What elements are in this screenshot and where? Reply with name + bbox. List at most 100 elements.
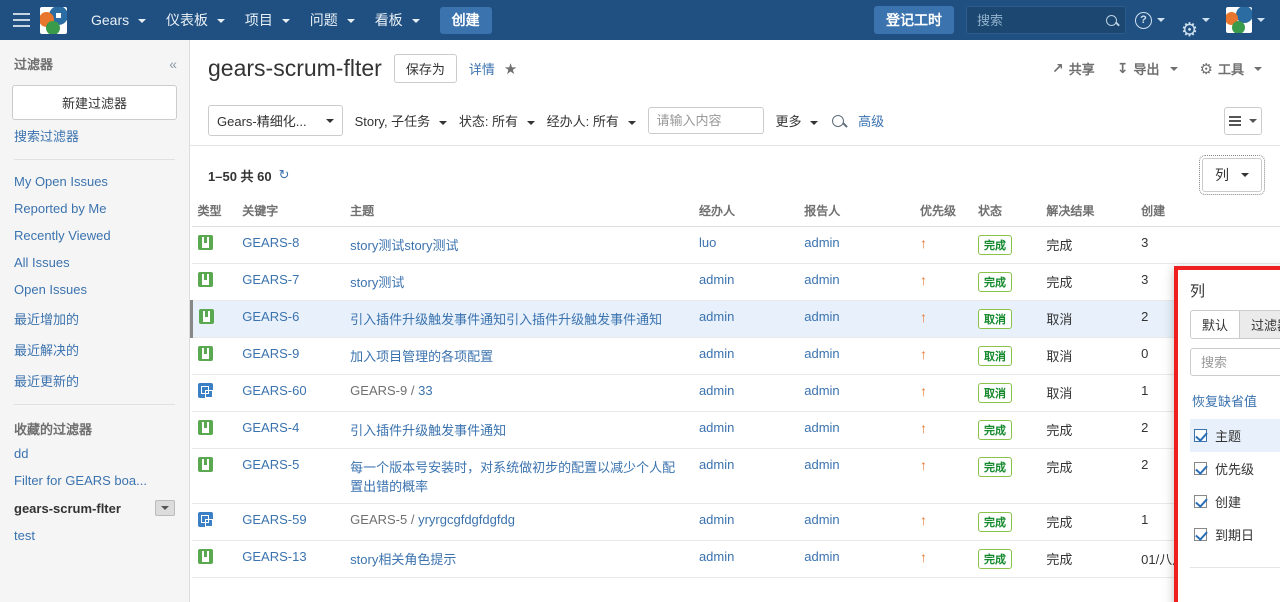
reporter-link[interactable]: admin — [804, 457, 839, 472]
assignee-link[interactable]: admin — [699, 457, 734, 472]
table-row[interactable]: GEARS-6 引入插件升级触发事件通知引入插件升级触发事件通知 admin a… — [190, 300, 1280, 338]
issue-summary-link[interactable]: 引入插件升级触发事件通知引入插件升级触发事件通知 — [350, 312, 662, 327]
columns-search-box[interactable] — [1190, 348, 1280, 376]
create-button[interactable]: 创建 — [439, 6, 492, 34]
reporter-link[interactable]: admin — [804, 272, 839, 287]
issue-key-link[interactable]: GEARS-5 — [242, 457, 299, 472]
sidebar-item-all-issues[interactable]: All Issues — [0, 249, 189, 276]
parent-issue-label[interactable]: GEARS-5 / — [350, 512, 414, 527]
issue-summary-link[interactable]: 33 — [418, 383, 432, 398]
issue-summary-link[interactable]: 引入插件升级触发事件通知 — [350, 423, 506, 438]
issue-summary-link[interactable]: story相关角色提示 — [350, 552, 456, 567]
nav-item-issues[interactable]: 问题 — [300, 0, 365, 40]
column-header-type[interactable]: 类型 — [191, 200, 237, 227]
column-option-priority[interactable]: 优先级 — [1190, 452, 1280, 485]
table-row[interactable]: GEARS-8 story测试story测试 luo admin ↑ 完成 完成… — [191, 226, 1280, 264]
collapse-sidebar-icon[interactable]: « — [169, 56, 177, 72]
nav-item-projects[interactable]: 项目 — [235, 0, 300, 40]
column-option-due-date[interactable]: 到期日 — [1190, 518, 1280, 551]
nav-item-gears[interactable]: Gears — [81, 0, 156, 40]
advanced-search-link[interactable]: 高级 — [858, 111, 884, 130]
assignee-filter-dropdown[interactable]: 经办人: 所有 — [547, 111, 636, 130]
columns-search-input[interactable] — [1199, 353, 1280, 371]
issue-key-link[interactable]: GEARS-9 — [242, 346, 299, 361]
star-icon[interactable]: ★ — [504, 60, 517, 78]
reporter-link[interactable]: admin — [804, 309, 839, 324]
sidebar-favorite-dd[interactable]: dd — [0, 440, 189, 467]
issue-summary-link[interactable]: 每一个版本号安装时，对系统做初步的配置以减少个人配置出错的概率 — [350, 460, 675, 494]
issue-key-link[interactable]: GEARS-59 — [242, 512, 306, 527]
share-button[interactable]: ↗︎ 共享 — [1052, 59, 1095, 78]
checkbox-checked-icon[interactable] — [1194, 462, 1207, 475]
sidebar-favorite-test[interactable]: test — [0, 522, 189, 549]
sidebar-item-recently-viewed[interactable]: Recently Viewed — [0, 222, 189, 249]
issue-key-link[interactable]: GEARS-4 — [242, 420, 299, 435]
save-as-button[interactable]: 保存为 — [393, 54, 457, 83]
hamburger-menu-icon[interactable] — [8, 0, 34, 40]
reporter-link[interactable]: admin — [804, 512, 839, 527]
issue-summary-link[interactable]: story测试 — [350, 275, 404, 290]
export-button[interactable]: ↧ 导出 — [1117, 59, 1178, 78]
column-header-created[interactable]: 创建 — [1135, 200, 1280, 227]
new-filter-button[interactable]: 新建过滤器 — [12, 85, 177, 120]
column-option-created[interactable]: 创建 — [1190, 485, 1280, 518]
tab-filter[interactable]: 过滤器 — [1239, 310, 1280, 339]
assignee-link[interactable]: admin — [699, 383, 734, 398]
sidebar-favorite-gears-scrum-flter[interactable]: gears-scrum-flter — [0, 494, 189, 522]
table-row[interactable]: GEARS-13 story相关角色提示 admin admin ↑ 完成 完成… — [191, 540, 1280, 578]
details-link[interactable]: 详情 — [469, 59, 495, 78]
reporter-link[interactable]: admin — [804, 420, 839, 435]
tools-button[interactable]: ⚙ 工具 — [1200, 59, 1262, 78]
favorite-options-dropdown-icon[interactable] — [155, 500, 175, 516]
more-filters-dropdown[interactable]: 更多 — [776, 111, 819, 130]
reporter-link[interactable]: admin — [804, 383, 839, 398]
table-row[interactable]: GEARS-60 GEARS-9 / 33 admin admin ↑ 取消 取… — [191, 374, 1280, 412]
table-row[interactable]: GEARS-4 引入插件升级触发事件通知 admin admin ↑ 完成 完成… — [191, 411, 1280, 449]
sidebar-item-my-open-issues[interactable]: My Open Issues — [0, 168, 189, 195]
assignee-link[interactable]: admin — [699, 549, 734, 564]
assignee-link[interactable]: admin — [699, 346, 734, 361]
view-options-button[interactable] — [1224, 106, 1262, 135]
issue-key-link[interactable]: GEARS-13 — [242, 549, 306, 564]
column-header-assignee[interactable]: 经办人 — [692, 200, 799, 227]
column-header-status[interactable]: 状态 — [971, 200, 1041, 227]
table-row[interactable]: GEARS-7 story测试 admin admin ↑ 完成 完成 3 — [191, 263, 1280, 301]
assignee-link[interactable]: admin — [699, 309, 734, 324]
column-header-reporter[interactable]: 报告人 — [798, 200, 915, 227]
column-header-resolution[interactable]: 解决结果 — [1040, 200, 1136, 227]
column-header-summary[interactable]: 主题 — [344, 200, 693, 227]
gears-logo-icon[interactable] — [40, 6, 67, 34]
sidebar-item-recently-updated[interactable]: 最近更新的 — [0, 365, 189, 396]
assignee-link[interactable]: admin — [699, 420, 734, 435]
search-icon[interactable] — [832, 114, 845, 127]
checkbox-checked-icon[interactable] — [1194, 495, 1207, 508]
table-row[interactable]: GEARS-9 加入项目管理的各项配置 admin admin ↑ 取消 取消 … — [191, 337, 1280, 375]
log-work-button[interactable]: 登记工时 — [874, 6, 954, 34]
issue-key-link[interactable]: GEARS-7 — [242, 272, 299, 287]
sidebar-item-open-issues[interactable]: Open Issues — [0, 276, 189, 303]
assignee-link[interactable]: admin — [699, 272, 734, 287]
type-filter-dropdown[interactable]: Story, 子任务 — [355, 111, 447, 130]
issue-summary-link[interactable]: 加入项目管理的各项配置 — [350, 349, 493, 364]
nav-item-boards[interactable]: 看板 — [365, 0, 430, 40]
user-profile-button[interactable] — [1219, 0, 1272, 40]
tab-default[interactable]: 默认 — [1190, 310, 1241, 339]
project-filter-dropdown[interactable]: Gears-精细化... — [208, 105, 343, 136]
sidebar-item-recently-added[interactable]: 最近增加的 — [0, 303, 189, 334]
sidebar-favorite-gears-board[interactable]: Filter for GEARS boa... — [0, 467, 189, 494]
settings-button[interactable] — [1174, 0, 1217, 40]
column-option-summary[interactable]: 主题 — [1190, 419, 1280, 452]
global-search-input[interactable] — [975, 11, 1106, 29]
column-header-priority[interactable]: 优先级 — [914, 200, 972, 227]
issue-key-link[interactable]: GEARS-8 — [242, 235, 299, 250]
reporter-link[interactable]: admin — [804, 235, 839, 250]
issue-summary-link[interactable]: yryrgcgfdgfdgfdg — [418, 512, 515, 527]
issue-key-link[interactable]: GEARS-60 — [242, 383, 306, 398]
parent-issue-label[interactable]: GEARS-9 / — [350, 383, 414, 398]
reporter-link[interactable]: admin — [804, 549, 839, 564]
assignee-link[interactable]: luo — [699, 235, 716, 250]
columns-button[interactable]: 列 — [1199, 155, 1265, 195]
status-filter-dropdown[interactable]: 状态: 所有 — [459, 111, 535, 130]
assignee-link[interactable]: admin — [699, 512, 734, 527]
checkbox-checked-icon[interactable] — [1194, 429, 1207, 442]
